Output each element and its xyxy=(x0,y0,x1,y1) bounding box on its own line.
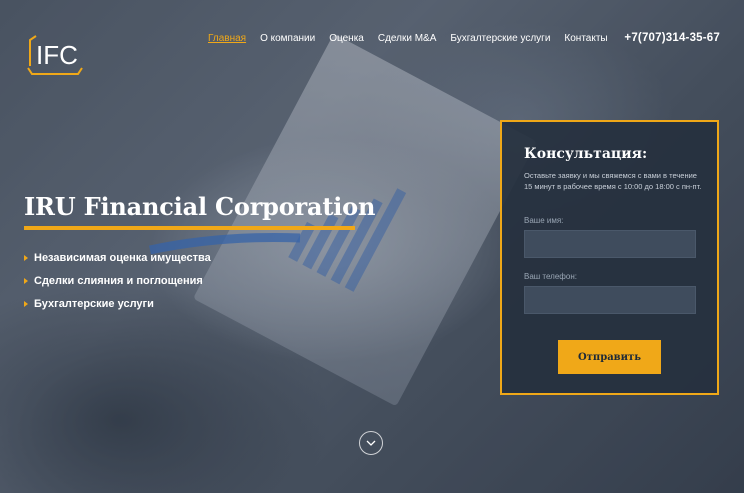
name-field-label: Ваше имя: xyxy=(524,216,564,225)
hero-title: IRU Financial Corporation xyxy=(24,192,376,221)
feature-label: Независимая оценка имущества xyxy=(34,251,211,264)
nav-item-contacts[interactable]: Контакты xyxy=(564,33,607,44)
feature-list: Независимая оценка имущества Сделки слия… xyxy=(24,250,211,319)
form-description: Оставьте заявку и мы свяжемся с вами в т… xyxy=(524,171,702,191)
chevron-down-icon xyxy=(366,440,376,446)
scroll-down-button[interactable] xyxy=(359,431,383,455)
feature-item: Бухгалтерские услуги xyxy=(24,296,211,311)
feature-item: Сделки слияния и поглощения xyxy=(24,273,211,288)
name-field[interactable] xyxy=(524,230,696,258)
nav-item-home[interactable]: Главная xyxy=(208,33,246,44)
triangle-bullet-icon xyxy=(24,254,28,261)
nav-item-valuation[interactable]: Оценка xyxy=(329,33,364,44)
nav-item-accounting[interactable]: Бухгалтерские услуги xyxy=(450,33,550,44)
header-phone-link[interactable]: +7(707)314-35-67 xyxy=(624,32,720,44)
nav-item-ma-deals[interactable]: Сделки M&A xyxy=(378,33,437,44)
triangle-bullet-icon xyxy=(24,277,28,284)
phone-field-label: Ваш телефон: xyxy=(524,272,577,281)
hero-title-underline xyxy=(24,226,355,230)
ifc-logo-icon[interactable]: IFC xyxy=(26,34,84,76)
feature-label: Бухгалтерские услуги xyxy=(34,297,154,310)
main-nav: Главная О компании Оценка Сделки M&A Бух… xyxy=(208,33,608,44)
triangle-bullet-icon xyxy=(24,300,28,307)
feature-item: Независимая оценка имущества xyxy=(24,250,211,265)
submit-button[interactable]: Отправить xyxy=(558,340,661,374)
nav-item-about[interactable]: О компании xyxy=(260,33,315,44)
feature-label: Сделки слияния и поглощения xyxy=(34,274,203,287)
form-title: Консультация: xyxy=(524,146,648,162)
phone-field[interactable] xyxy=(524,286,696,314)
logo-text: IFC xyxy=(36,40,78,70)
consultation-form: Консультация: Оставьте заявку и мы свяже… xyxy=(500,120,719,395)
